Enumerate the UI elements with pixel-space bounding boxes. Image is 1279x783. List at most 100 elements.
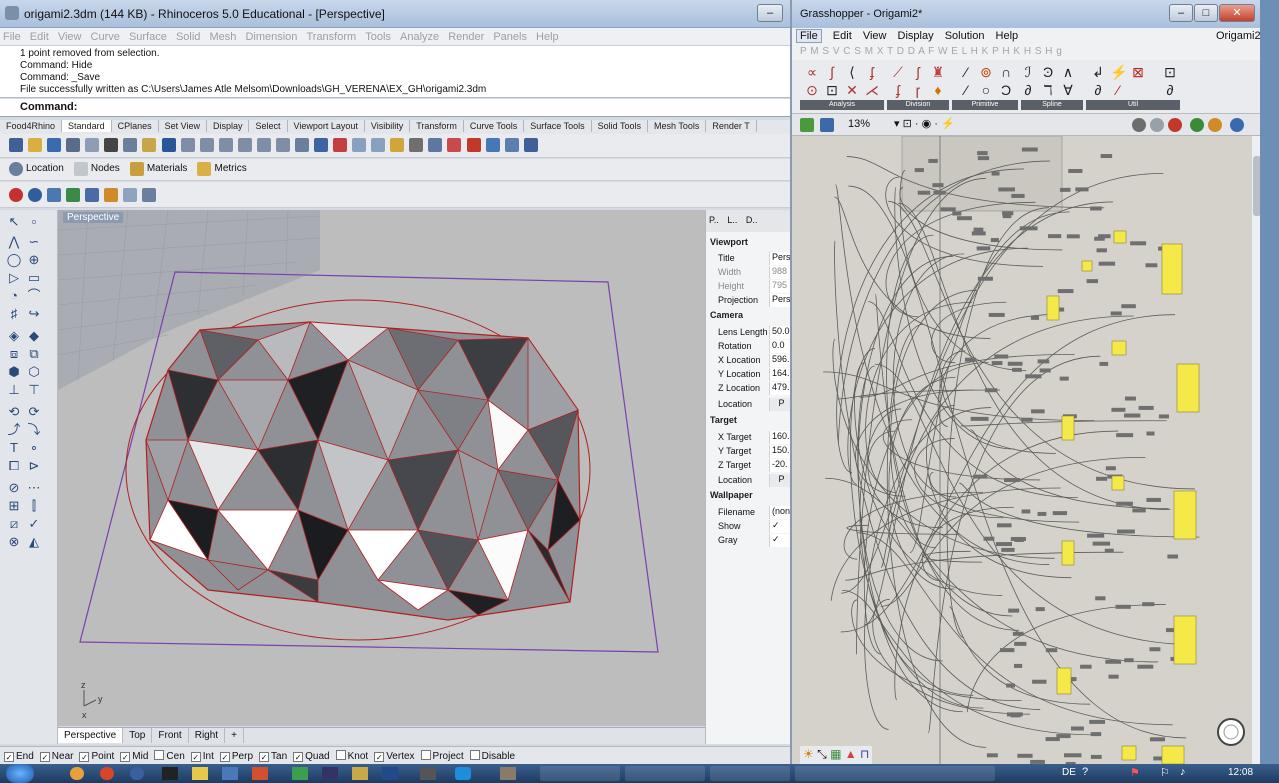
fillet-util-icon[interactable]: ↲ [1090, 64, 1106, 80]
check-icon[interactable]: ✓ [26, 516, 42, 532]
media-icon[interactable] [162, 767, 178, 780]
tab-visibility[interactable]: Visibility [365, 120, 411, 132]
add-viewport-icon[interactable]: + [225, 728, 244, 743]
arc-3pt-icon[interactable]: Ͻ [998, 82, 1014, 98]
analyze-icon[interactable]: ⊘ [6, 480, 22, 496]
osnap-point[interactable]: ✓ Point [79, 751, 114, 762]
viewport-tab-right[interactable]: Right [189, 728, 226, 743]
group-icon[interactable]: ⧠ [6, 458, 22, 474]
material-icon[interactable] [485, 138, 500, 152]
osnap-tan[interactable]: ✓ Tan [259, 751, 287, 762]
select-all-icon[interactable] [352, 138, 367, 152]
firefox-icon[interactable] [70, 767, 84, 780]
mirror-icon[interactable]: ⫿ [26, 498, 42, 514]
evaluate-curve-icon[interactable]: ∝ [804, 64, 820, 80]
zoom-icon[interactable] [218, 138, 233, 152]
properties-icon[interactable] [85, 138, 100, 152]
tab-transform[interactable]: Transform [410, 120, 464, 132]
tab-set-view[interactable]: Set View [159, 120, 207, 132]
prop-value[interactable]: 479. [769, 382, 791, 395]
gh-menu-view[interactable]: View [863, 30, 887, 42]
surface-icon[interactable]: ◈ [6, 328, 22, 344]
circle-icon[interactable]: ◯ [6, 252, 22, 268]
zoom-level[interactable]: 13% [848, 118, 870, 130]
prop-value[interactable]: -20. [769, 459, 791, 472]
paste-icon[interactable] [142, 138, 157, 152]
osnap-checkbox[interactable] [335, 750, 346, 760]
gh-menu-file[interactable]: File [796, 29, 822, 43]
menu-analyze[interactable]: Analyze [400, 31, 439, 43]
gh-maximize-button[interactable]: □ [1194, 4, 1218, 22]
menu-curve[interactable]: Curve [91, 31, 120, 43]
pan-icon[interactable] [180, 138, 195, 152]
powerpoint-icon[interactable] [252, 767, 268, 780]
task-button[interactable] [625, 766, 705, 781]
save-doc-icon[interactable] [820, 118, 834, 132]
language-indicator[interactable]: DE [1062, 767, 1076, 778]
layer-widget-icon[interactable]: ▦ [830, 747, 841, 761]
viewport-tab-perspective[interactable]: Perspective [58, 728, 124, 743]
group-analysis[interactable]: Analysis [800, 100, 884, 110]
prop-value[interactable]: (none [769, 506, 791, 519]
help-icon[interactable] [523, 138, 538, 152]
osnap-quad[interactable]: ✓ Quad [293, 751, 330, 762]
texture-icon[interactable] [47, 188, 62, 202]
acrobat-icon[interactable] [382, 767, 398, 780]
osnap-vertex[interactable]: ✓ Vertex [374, 751, 415, 762]
metrics-button[interactable]: Metrics [214, 160, 246, 178]
calculator-icon[interactable] [420, 767, 436, 780]
tab-curve-tools[interactable]: Curve Tools [464, 120, 525, 132]
chrome-icon[interactable] [100, 767, 114, 780]
solid-edit-icon[interactable]: ⧉ [26, 346, 42, 362]
skype-icon[interactable] [455, 767, 471, 780]
options-icon[interactable] [504, 138, 519, 152]
trim-icon[interactable]: ⤵ [26, 422, 42, 438]
osnap-checkbox[interactable]: ✓ [4, 752, 14, 762]
annotation-icon[interactable]: ⊤ [26, 382, 42, 398]
layers-tab[interactable]: L.. [727, 215, 737, 225]
divide-distance-icon[interactable]: ♜ [930, 64, 946, 80]
object-properties-icon[interactable] [447, 138, 462, 152]
length-icon[interactable]: ⊙ [804, 82, 820, 98]
properties-tab[interactable]: P.. [709, 215, 719, 225]
derivatives-icon[interactable]: ʄ [864, 64, 880, 80]
osnap-near[interactable]: ✓ Near [39, 751, 73, 762]
place-button[interactable]: P [769, 398, 791, 411]
osnap-perp[interactable]: ✓ Perp [219, 751, 253, 762]
menu-mesh[interactable]: Mesh [209, 31, 236, 43]
menu-dimension[interactable]: Dimension [245, 31, 297, 43]
perp-frames-icon[interactable]: ♦ [930, 82, 946, 98]
polygon-icon[interactable]: ▷ [6, 270, 22, 286]
osnap-end[interactable]: ✓ End [4, 751, 34, 762]
point-icon[interactable]: ∘ [26, 440, 42, 456]
new-file-icon[interactable] [9, 138, 23, 152]
tab-display[interactable]: Display [207, 120, 250, 132]
prop-value[interactable]: Pers [769, 252, 791, 265]
offset-util-icon[interactable]: ⚡ [1110, 64, 1127, 80]
wireframe-icon[interactable] [1150, 118, 1164, 132]
menu-render[interactable]: Render [448, 31, 484, 43]
mesh-icon[interactable]: ⬢ [6, 364, 22, 380]
line-sdl-icon[interactable]: ⁄ [958, 82, 974, 98]
nodes-icon[interactable] [73, 162, 88, 176]
gh-canvas[interactable]: ☀ ⤡ ▦ ▲ ⊓ [792, 136, 1252, 764]
environment-icon[interactable] [28, 188, 43, 202]
preview-icon[interactable] [1132, 118, 1146, 132]
place-target-button[interactable]: P [769, 474, 791, 487]
render-preview-icon[interactable]: ◭ [26, 534, 42, 550]
select-more-icon[interactable]: ▫ [26, 214, 42, 230]
select-arrow-icon[interactable]: ↖ [6, 214, 22, 230]
text-icon[interactable]: T [6, 440, 22, 456]
tab-solid-tools[interactable]: Solid Tools [592, 120, 649, 132]
shaded-icon[interactable] [1168, 118, 1182, 132]
rotate-view-icon[interactable] [199, 138, 214, 152]
ie-icon[interactable] [130, 767, 144, 780]
layers-icon[interactable] [428, 138, 443, 152]
shatter-icon[interactable]: ʄ [890, 82, 906, 98]
gh-menu-help[interactable]: Help [996, 30, 1019, 42]
explode-icon[interactable]: ⁄ [1110, 82, 1126, 98]
tool-widget-icon[interactable]: ⤡ [817, 747, 827, 761]
task-button[interactable] [710, 766, 790, 781]
boolean-icon[interactable]: ⊗ [6, 534, 22, 550]
arc-prim-icon[interactable]: ∩ [998, 64, 1014, 80]
